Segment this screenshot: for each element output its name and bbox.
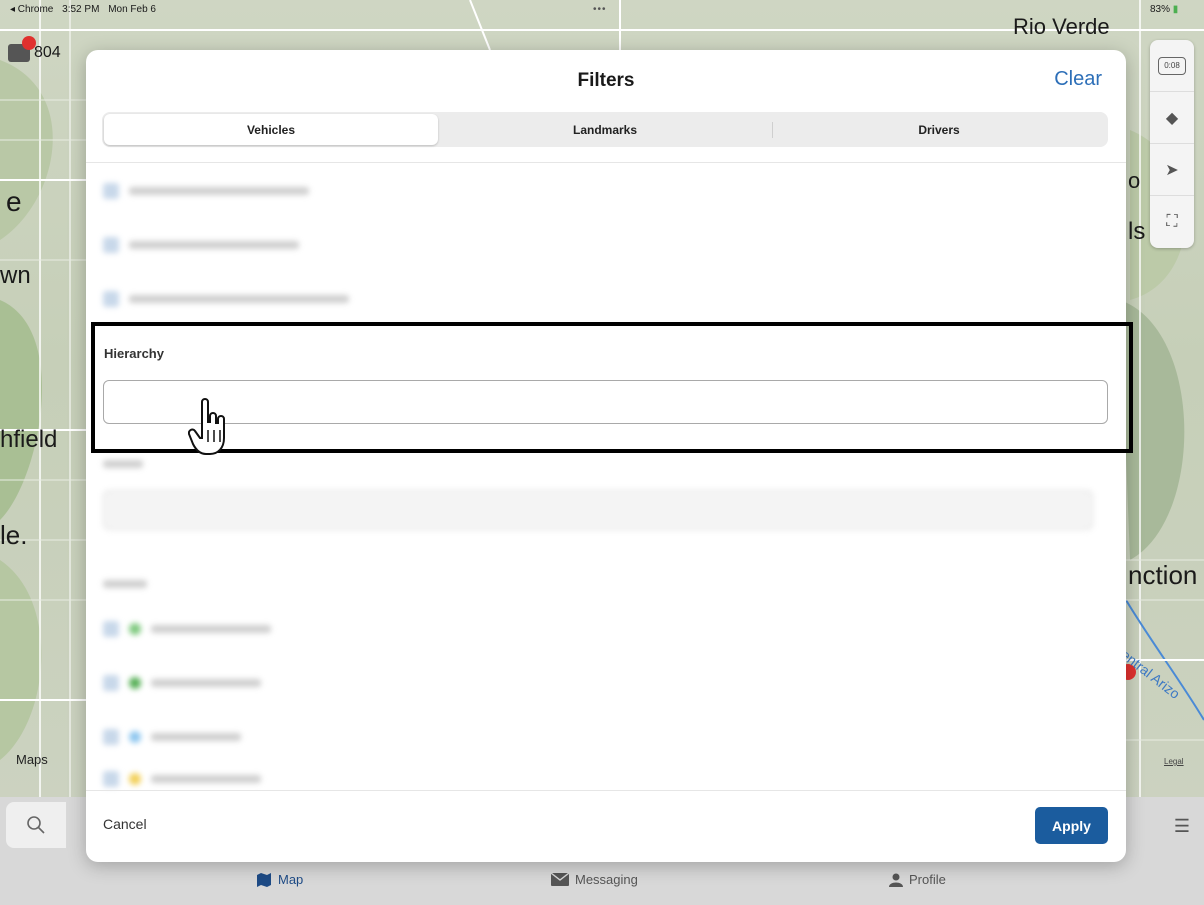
- location-arrow-icon: ➤: [1165, 161, 1179, 179]
- cancel-button[interactable]: Cancel: [103, 816, 147, 832]
- tab-map-label: Map: [278, 872, 304, 887]
- blurred-checkbox-row: [103, 272, 349, 326]
- tab-landmarks[interactable]: Landmarks: [438, 114, 772, 145]
- timer-badge: 0:08: [1158, 56, 1186, 75]
- tab-drivers[interactable]: Drivers: [772, 114, 1106, 145]
- focus-frame-icon: ⛶: [1166, 213, 1178, 230]
- battery-indicator: 83% ▮: [1150, 4, 1178, 15]
- battery-charging-icon: ▮: [1172, 4, 1179, 15]
- footer-divider: [86, 790, 1126, 791]
- tab-vehicles[interactable]: Vehicles: [104, 114, 438, 145]
- filter-button[interactable]: ☰: [1160, 806, 1204, 846]
- highlight-box: [91, 322, 1133, 453]
- layers-button[interactable]: ◆: [1150, 92, 1194, 144]
- fit-bounds-button[interactable]: ⛶: [1150, 196, 1194, 248]
- map-controls: 0:08 ◆ ➤ ⛶: [1150, 40, 1194, 248]
- blurred-checkbox-row: [103, 164, 349, 218]
- status-bar: ◂ Chrome 3:52 PM Mon Feb 6 ••• 83% ▮: [0, 0, 1204, 18]
- locate-button[interactable]: ➤: [1150, 144, 1194, 196]
- envelope-icon: [551, 873, 569, 886]
- clear-button[interactable]: Clear: [1054, 68, 1102, 91]
- blurred-status-section: [103, 580, 271, 794]
- alert-dot: [22, 36, 36, 50]
- tab-profile-label: Profile: [909, 872, 946, 887]
- refresh-timer-button[interactable]: 0:08: [1150, 40, 1194, 92]
- divider: [86, 162, 1126, 163]
- map-label-ls: ls: [1128, 218, 1146, 245]
- map-label-wn: wn: [0, 262, 31, 289]
- vehicle-id: 804: [34, 44, 61, 61]
- status-time: 3:52 PM: [62, 4, 100, 15]
- filter-tabs: Vehicles Landmarks Drivers: [102, 112, 1108, 147]
- map-label-junction: nction: [1128, 560, 1198, 590]
- search-icon: [27, 816, 45, 834]
- legal-link[interactable]: Legal: [1164, 757, 1184, 766]
- search-button[interactable]: [6, 802, 66, 848]
- filter-icon: ☰: [1173, 815, 1191, 836]
- map-label-le: le.: [0, 520, 28, 550]
- tab-profile[interactable]: Profile: [889, 872, 946, 887]
- blurred-options-top: [103, 164, 349, 326]
- map-label-o: o: [1128, 168, 1141, 193]
- blurred-group-section: [103, 460, 1093, 530]
- modal-title: Filters: [577, 70, 635, 91]
- map-label-chfield: hfield: [0, 426, 58, 453]
- maps-logo-text: Maps: [16, 752, 48, 767]
- blurred-checkbox-row: [103, 218, 349, 272]
- tab-messaging-label: Messaging: [575, 872, 638, 887]
- vehicle-marker[interactable]: 804: [8, 36, 61, 66]
- battery-percent: 83%: [1150, 4, 1171, 15]
- person-icon: [889, 873, 903, 887]
- layers-icon: ◆: [1165, 109, 1179, 127]
- truck-icon: [8, 36, 36, 62]
- map-label-e: e: [6, 186, 22, 217]
- status-date: Mon Feb 6: [108, 4, 156, 15]
- filters-modal: Filters Clear Vehicles Landmarks Drivers…: [86, 50, 1126, 862]
- map-icon: [257, 872, 271, 887]
- apply-button[interactable]: Apply: [1035, 807, 1108, 844]
- tab-map[interactable]: Map: [256, 872, 303, 887]
- tab-messaging[interactable]: Messaging: [551, 872, 638, 887]
- multitask-dots-icon[interactable]: •••: [593, 4, 607, 15]
- apple-maps-logo: Maps: [16, 752, 48, 767]
- back-to-app-link[interactable]: ◂ Chrome: [10, 4, 53, 15]
- hand-pointer-icon: [187, 396, 230, 463]
